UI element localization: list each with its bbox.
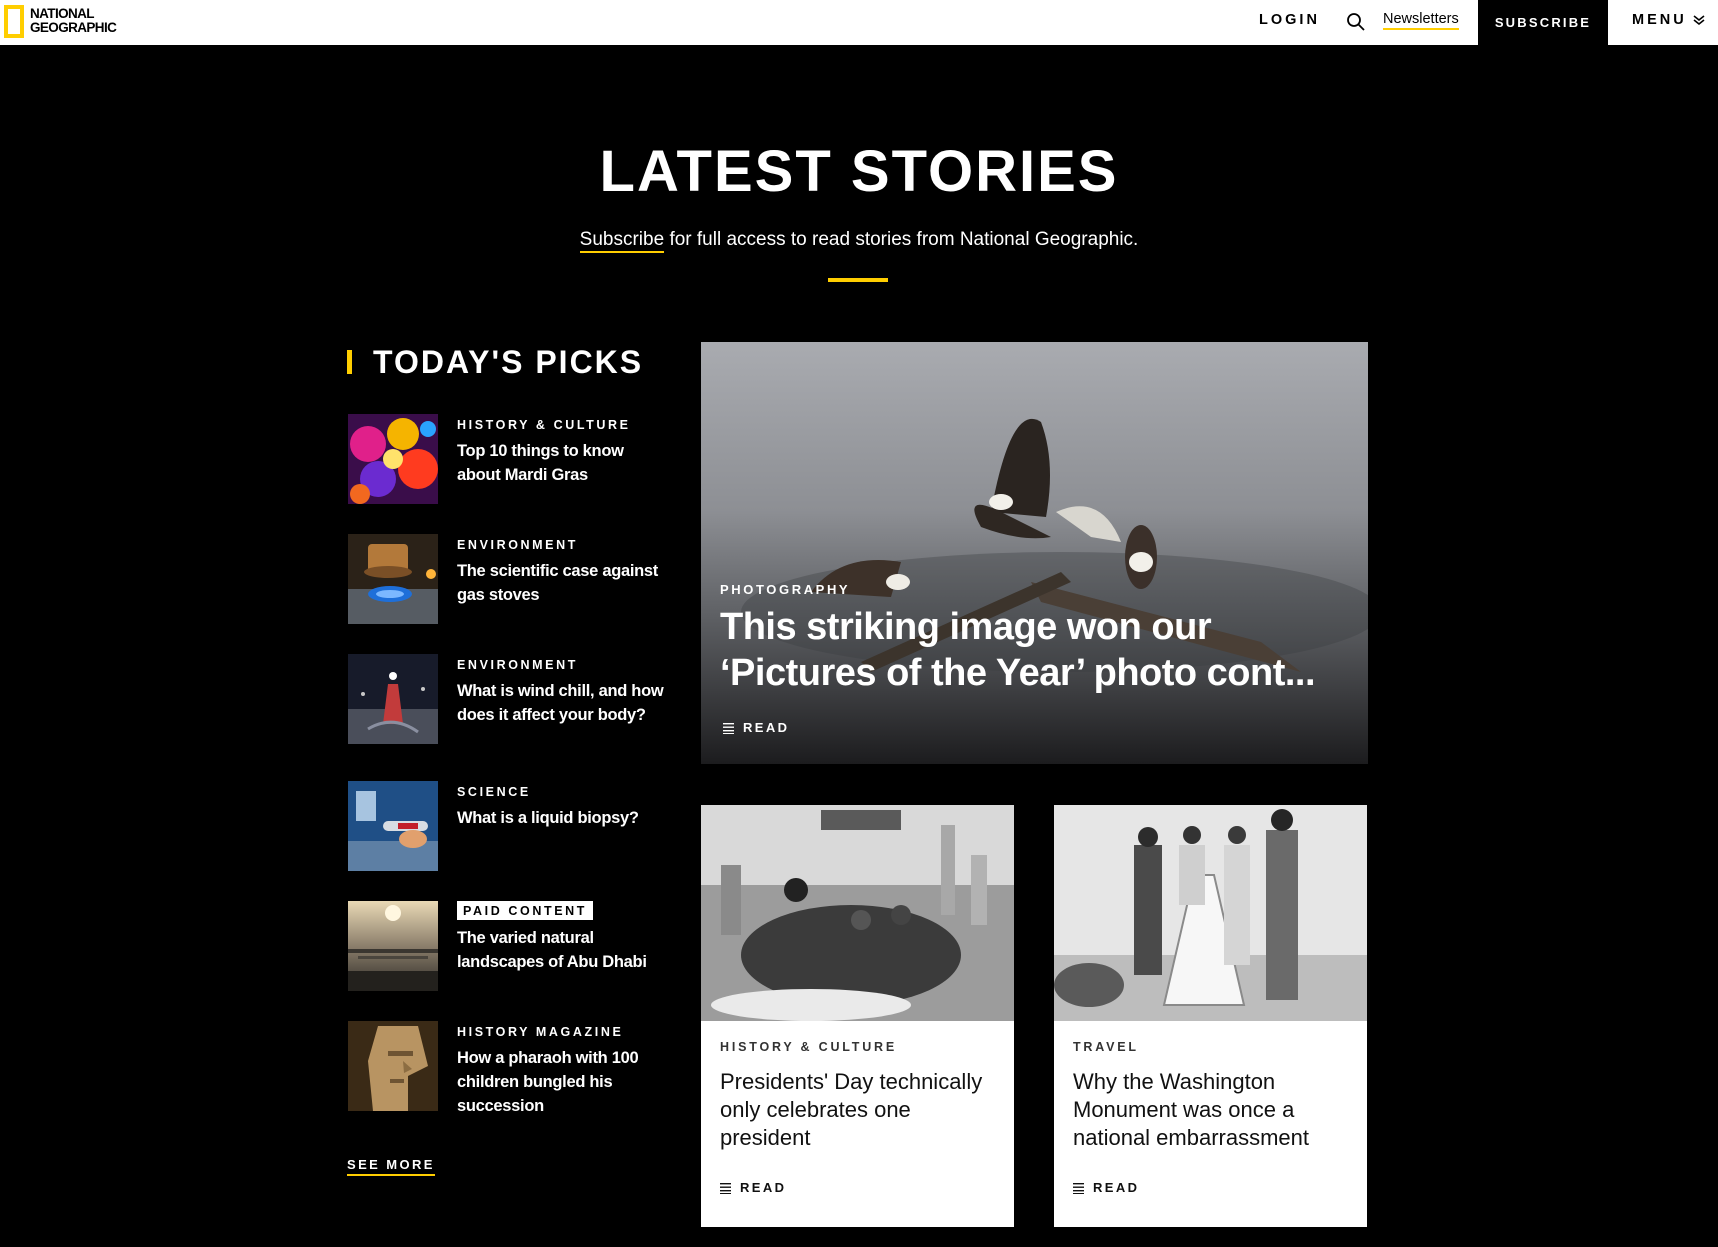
subscribe-prompt-text: for full access to read stories from Nat… xyxy=(664,229,1139,250)
article-icon xyxy=(720,1182,731,1194)
article-icon xyxy=(723,722,734,734)
story-card[interactable]: TRAVEL Why the Washington Monument was o… xyxy=(1054,805,1367,1227)
picks-accent-bar xyxy=(347,350,352,374)
article-icon xyxy=(1073,1182,1084,1194)
card-title[interactable]: Presidents' Day technically only celebra… xyxy=(720,1068,1005,1152)
card-category: HISTORY & CULTURE xyxy=(720,1040,898,1054)
read-label: READ xyxy=(1093,1180,1140,1195)
read-button[interactable]: READ xyxy=(720,1180,786,1195)
see-more-link[interactable]: SEE MORE xyxy=(347,1157,435,1176)
card-image-washington-monument[interactable] xyxy=(1054,805,1367,1021)
card-title[interactable]: Why the Washington Monument was once a n… xyxy=(1073,1068,1358,1152)
pick-category: HISTORY MAGAZINE xyxy=(457,1025,624,1039)
read-button[interactable]: READ xyxy=(1073,1180,1139,1195)
search-icon[interactable] xyxy=(1346,12,1366,32)
pick-title[interactable]: How a pharaoh with 100 children bungled … xyxy=(457,1046,667,1118)
pick-title[interactable]: The varied natural landscapes of Abu Dha… xyxy=(457,926,667,974)
pick-thumbnail-liquid-biopsy[interactable] xyxy=(348,781,438,871)
subscribe-prompt: Subscribe for full access to read storie… xyxy=(0,229,1718,253)
pick-title[interactable]: What is a liquid biopsy? xyxy=(457,806,667,830)
newsletters-link[interactable]: Newsletters xyxy=(1383,11,1459,30)
read-label: READ xyxy=(740,1180,787,1195)
logo-text-line1: NATIONAL xyxy=(30,6,95,21)
paid-content-badge: PAID CONTENT xyxy=(457,901,594,920)
featured-story[interactable]: PHOTOGRAPHY This striking image won our … xyxy=(701,342,1368,764)
page-title: LATEST STORIES xyxy=(599,139,1119,204)
card-category: TRAVEL xyxy=(1073,1040,1139,1054)
login-link[interactable]: LOGIN xyxy=(1259,12,1320,28)
feature-category: PHOTOGRAPHY xyxy=(720,582,851,597)
menu-label: MENU xyxy=(1632,12,1687,28)
pick-category: ENVIRONMENT xyxy=(457,538,578,552)
card-image-presidents-day[interactable] xyxy=(701,805,1014,1021)
chevron-down-icon xyxy=(1693,15,1705,26)
read-label: READ xyxy=(743,720,790,735)
feature-eagles-image xyxy=(741,418,1368,672)
pick-thumbnail-pharaoh[interactable] xyxy=(348,1021,438,1111)
feature-title[interactable]: This striking image won our ‘Pictures of… xyxy=(720,604,1350,696)
pick-title[interactable]: The scientific case against gas stoves xyxy=(457,559,667,607)
story-card[interactable]: HISTORY & CULTURE Presidents' Day techni… xyxy=(701,805,1014,1227)
logo-text-line2: GEOGRAPHIC xyxy=(30,20,117,35)
pick-title[interactable]: What is wind chill, and how does it affe… xyxy=(457,679,667,727)
todays-picks-heading: TODAY'S PICKS xyxy=(373,344,644,380)
pick-thumbnail-mardi-gras[interactable] xyxy=(348,414,438,504)
pick-thumbnail-abu-dhabi[interactable] xyxy=(348,901,438,991)
yellow-border-logo-icon xyxy=(4,4,24,38)
subscribe-button[interactable]: SUBSCRIBE xyxy=(1478,0,1608,45)
pick-title[interactable]: Top 10 things to know about Mardi Gras xyxy=(457,439,667,487)
top-nav-bar: NATIONAL GEOGRAPHIC LOGIN Newsletters SU… xyxy=(0,0,1718,45)
pick-category: SCIENCE xyxy=(457,785,531,799)
read-button[interactable]: READ xyxy=(723,720,789,735)
subscribe-inline-link[interactable]: Subscribe xyxy=(579,229,665,253)
pick-thumbnail-gas-stove[interactable] xyxy=(348,534,438,624)
pick-thumbnail-wind-chill[interactable] xyxy=(348,654,438,744)
pick-category: HISTORY & CULTURE xyxy=(457,418,631,432)
national-geographic-logo[interactable]: NATIONAL GEOGRAPHIC xyxy=(4,4,117,38)
menu-button[interactable]: MENU xyxy=(1632,12,1705,28)
pick-category: ENVIRONMENT xyxy=(457,658,578,672)
yellow-divider xyxy=(828,278,888,282)
